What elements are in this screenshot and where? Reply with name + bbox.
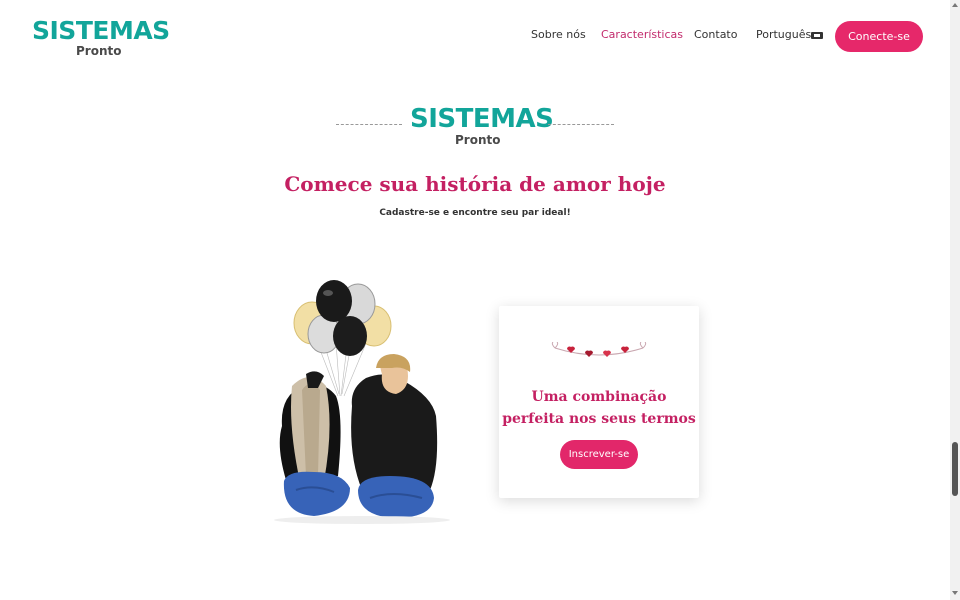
page-scrollbar[interactable] [950,0,960,600]
signup-button[interactable]: Inscrever-se [560,440,638,469]
hero-logo: SISTEMAS Pronto [336,104,616,150]
divider-right [548,124,614,125]
scrollbar-thumb[interactable] [952,442,958,496]
scroll-up-arrow-icon[interactable] [952,3,958,7]
uk-flag-icon [811,32,823,39]
signup-card: Uma combinação perfeita nos seus termos … [499,306,699,498]
card-title-line-1: Uma combinação [531,389,667,405]
card-title: Uma combinação perfeita nos seus termos [499,386,699,430]
scroll-down-arrow-icon[interactable] [952,591,958,595]
card-title-line-2: perfeita nos seus termos [502,411,696,427]
connect-button[interactable]: Conecte-se [835,21,923,52]
divider-left [336,124,402,125]
couple-with-balloons-illustration [274,280,450,524]
logo-subtitle: Pronto [76,44,122,58]
logo-wordmark: SISTEMAS [32,16,170,45]
heart-garland-icon [551,342,647,357]
site-header: SISTEMAS Pronto Sobre nós Característica… [0,0,950,72]
language-selector[interactable]: Português [756,28,811,41]
site-logo[interactable]: SISTEMAS Pronto [32,16,172,58]
hero-logo-wordmark: SISTEMAS [410,104,554,134]
nav-link-about[interactable]: Sobre nós [531,28,586,41]
nav-link-features[interactable]: Características [601,28,683,41]
hero-subline: Cadastre-se e encontre seu par ideal! [379,208,571,218]
hero-logo-subtitle: Pronto [455,133,501,147]
hero-headline: Comece sua história de amor hoje [284,172,666,196]
nav-link-contact[interactable]: Contato [694,28,737,41]
